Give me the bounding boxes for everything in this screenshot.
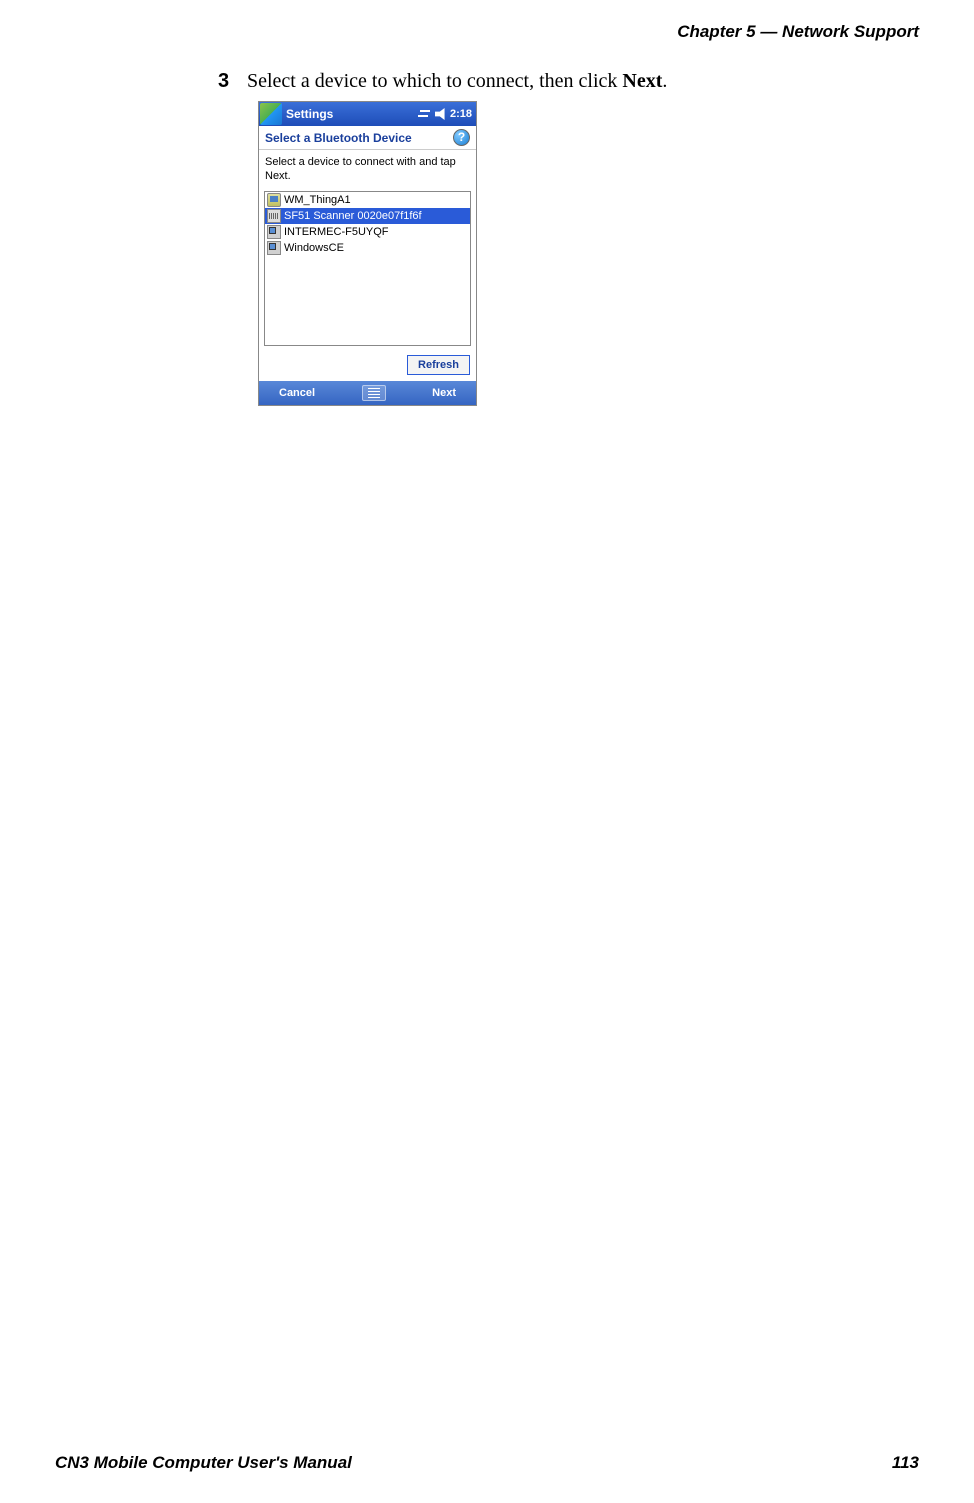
computer-icon	[267, 241, 281, 255]
soft-key-bar: Cancel Next	[259, 381, 476, 405]
device-label: WindowsCE	[284, 242, 344, 254]
help-icon[interactable]: ?	[453, 129, 470, 146]
speaker-icon[interactable]	[435, 108, 447, 120]
instruction-text: Select a device to connect with and tap …	[259, 150, 476, 189]
dialog-title: Select a Bluetooth Device	[265, 131, 412, 145]
keyboard-icon	[267, 209, 281, 223]
computer-icon	[267, 225, 281, 239]
connectivity-icon[interactable]	[418, 108, 432, 120]
device-row[interactable]: SF51 Scanner 0020e07f1f6f	[265, 208, 470, 224]
step-instruction: 3 Select a device to which to connect, t…	[218, 70, 918, 93]
window-titlebar: Settings 2:18	[259, 102, 476, 126]
clock-time[interactable]: 2:18	[450, 108, 472, 120]
window-title: Settings	[286, 107, 418, 121]
embedded-screenshot: Settings 2:18 Select a Bluetooth Device …	[258, 101, 477, 406]
step-number: 3	[218, 70, 242, 93]
device-row[interactable]: INTERMEC-F5UYQF	[265, 224, 470, 240]
pda-icon	[267, 193, 281, 207]
device-list[interactable]: WM_ThingA1 SF51 Scanner 0020e07f1f6f INT…	[264, 191, 471, 346]
step-text-after: .	[662, 70, 667, 92]
device-label: SF51 Scanner 0020e07f1f6f	[284, 210, 422, 222]
refresh-button[interactable]: Refresh	[407, 355, 470, 375]
cancel-button[interactable]: Cancel	[279, 387, 315, 399]
step-bold-word: Next	[622, 70, 662, 92]
running-header: Chapter 5 — Network Support	[677, 22, 919, 42]
device-label: WM_ThingA1	[284, 194, 351, 206]
device-row[interactable]: WM_ThingA1	[265, 192, 470, 208]
dialog-header: Select a Bluetooth Device ?	[259, 126, 476, 150]
step-text-before: Select a device to which to connect, the…	[247, 70, 622, 92]
keyboard-toggle-icon[interactable]	[362, 385, 386, 401]
device-row[interactable]: WindowsCE	[265, 240, 470, 256]
device-label: INTERMEC-F5UYQF	[284, 226, 389, 238]
footer-manual-title: CN3 Mobile Computer User's Manual	[55, 1453, 352, 1473]
next-button[interactable]: Next	[432, 387, 456, 399]
start-icon[interactable]	[260, 103, 282, 125]
footer-page-number: 113	[892, 1453, 919, 1473]
